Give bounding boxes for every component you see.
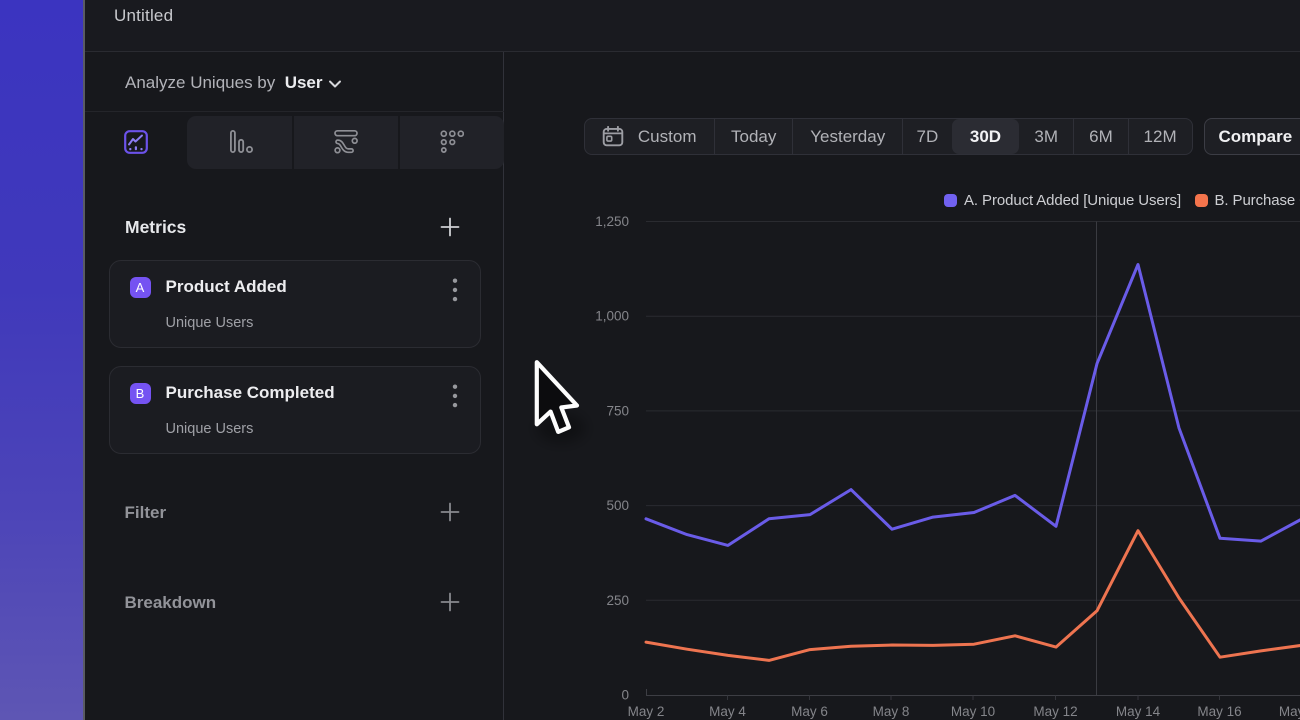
svg-text:May 6: May 6 (791, 704, 828, 719)
svg-text:May 4: May 4 (709, 704, 746, 719)
svg-text:May 8: May 8 (873, 704, 910, 719)
svg-text:750: 750 (606, 403, 629, 418)
svg-text:250: 250 (606, 593, 629, 608)
svg-text:1,000: 1,000 (595, 309, 629, 324)
svg-text:May 18: May 18 (1279, 704, 1300, 719)
svg-text:May 12: May 12 (1033, 704, 1077, 719)
svg-text:May 2: May 2 (628, 704, 665, 719)
svg-text:0: 0 (621, 688, 629, 703)
svg-text:May 16: May 16 (1197, 704, 1241, 719)
svg-text:1,250: 1,250 (595, 214, 629, 229)
svg-text:May 10: May 10 (951, 704, 995, 719)
svg-text:500: 500 (606, 498, 629, 513)
svg-text:May 14: May 14 (1116, 704, 1161, 719)
